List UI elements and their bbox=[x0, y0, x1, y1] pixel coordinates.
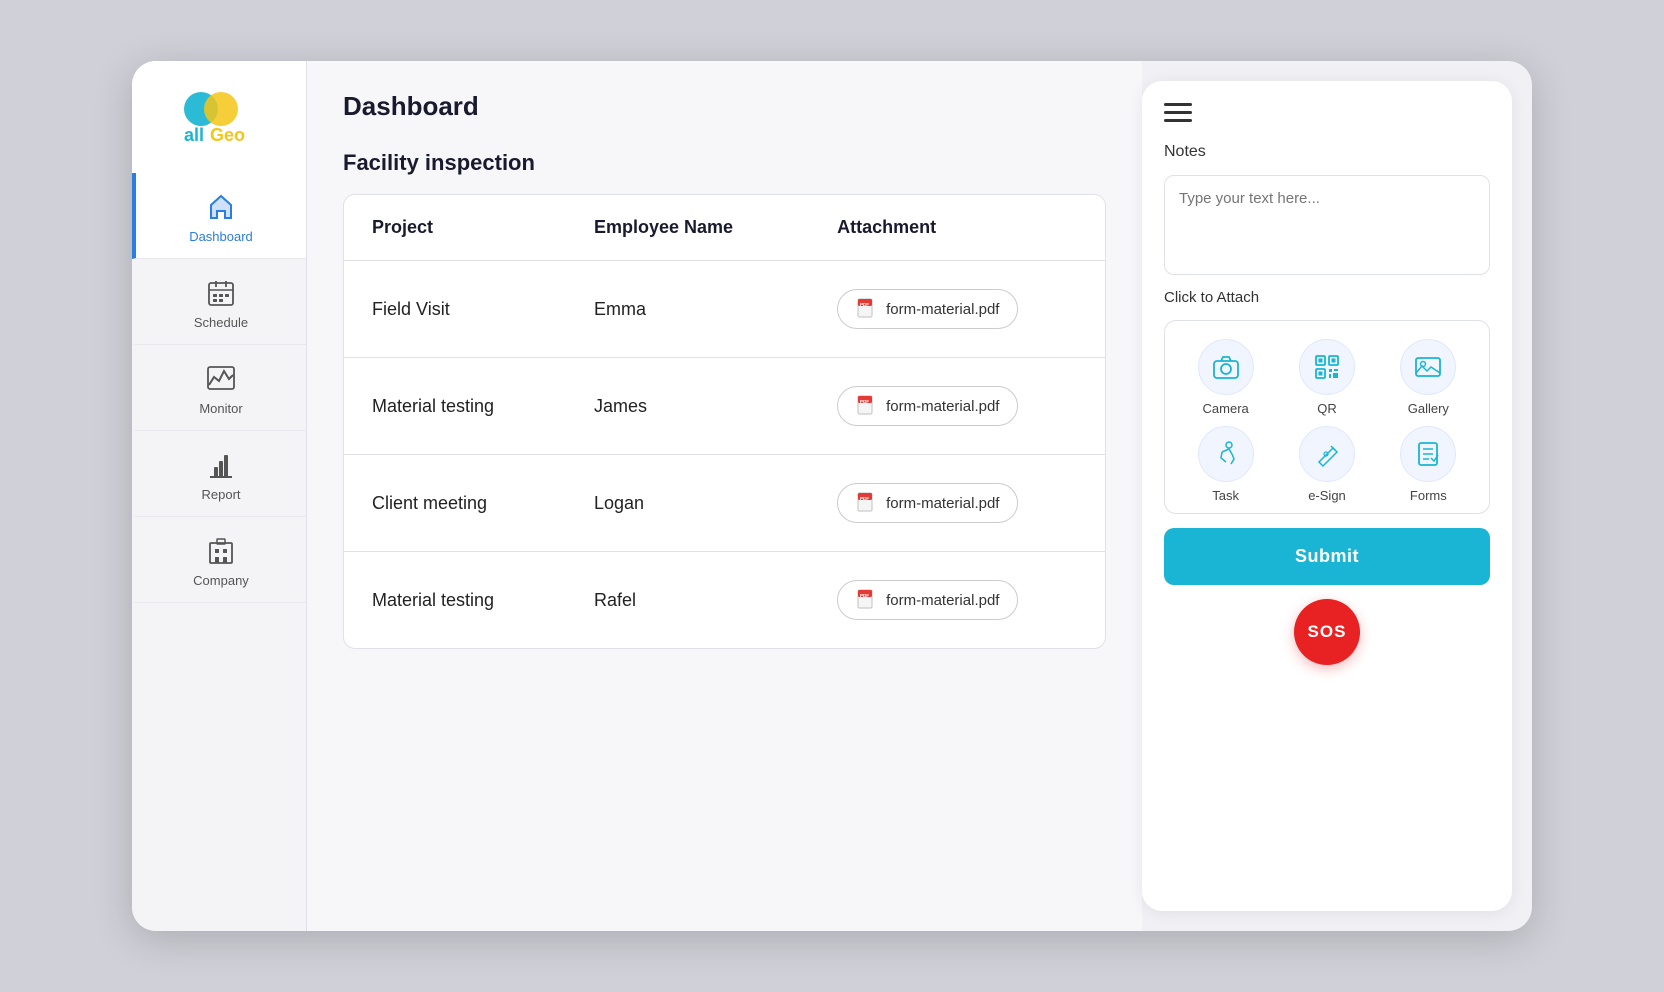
home-icon bbox=[205, 191, 237, 223]
cell-attachment: PDF form-material.pdf bbox=[809, 455, 1105, 552]
attach-label: Click to Attach bbox=[1164, 289, 1490, 306]
notes-label: Notes bbox=[1164, 143, 1490, 161]
sidebar-item-company[interactable]: Company bbox=[132, 517, 306, 603]
pdf-icon: PDF bbox=[856, 395, 878, 417]
cell-attachment: PDF form-material.pdf bbox=[809, 552, 1105, 649]
gallery-icon-circle bbox=[1400, 339, 1456, 395]
qr-icon bbox=[1313, 353, 1341, 381]
attach-gallery[interactable]: Gallery bbox=[1378, 339, 1479, 416]
cell-employee: Emma bbox=[566, 261, 809, 358]
attach-task[interactable]: Task bbox=[1175, 426, 1276, 503]
report-icon bbox=[205, 449, 237, 481]
table-row: Field Visit Emma PDF form-material.pdf bbox=[344, 261, 1105, 358]
sidebar-item-monitor[interactable]: Monitor bbox=[132, 345, 306, 431]
attachment-badge[interactable]: PDF form-material.pdf bbox=[837, 289, 1018, 329]
col-project: Project bbox=[344, 195, 566, 261]
attach-forms[interactable]: Forms bbox=[1378, 426, 1479, 503]
logo: all Geo bbox=[132, 61, 306, 173]
svg-text:PDF: PDF bbox=[860, 302, 869, 307]
sidebar-label-report: Report bbox=[201, 487, 240, 502]
main-content: Dashboard Facility inspection Project Em… bbox=[307, 61, 1142, 931]
right-panel: Notes Click to Attach Camera bbox=[1142, 81, 1512, 911]
task-label: Task bbox=[1212, 488, 1239, 503]
sos-button[interactable]: SOS bbox=[1294, 599, 1360, 665]
attachment-badge[interactable]: PDF form-material.pdf bbox=[837, 580, 1018, 620]
section-title: Facility inspection bbox=[343, 150, 1106, 176]
pdf-icon: PDF bbox=[856, 589, 878, 611]
esign-icon bbox=[1313, 440, 1341, 468]
camera-label: Camera bbox=[1203, 401, 1249, 416]
page-title: Dashboard bbox=[343, 91, 1106, 122]
notes-textarea[interactable] bbox=[1164, 175, 1490, 275]
table-row: Material testing Rafel PDF form-material… bbox=[344, 552, 1105, 649]
attach-esign[interactable]: e-Sign bbox=[1276, 426, 1377, 503]
sidebar-item-dashboard[interactable]: Dashboard bbox=[132, 173, 306, 259]
col-employee: Employee Name bbox=[566, 195, 809, 261]
sidebar: all Geo Dashboard bbox=[132, 61, 307, 931]
cell-attachment: PDF form-material.pdf bbox=[809, 261, 1105, 358]
camera-icon bbox=[1212, 353, 1240, 381]
table-row: Client meeting Logan PDF form-material.p… bbox=[344, 455, 1105, 552]
forms-icon-circle bbox=[1400, 426, 1456, 482]
cell-employee: Rafel bbox=[566, 552, 809, 649]
cell-project: Client meeting bbox=[344, 455, 566, 552]
main-header: Dashboard bbox=[307, 61, 1142, 140]
sidebar-label-schedule: Schedule bbox=[194, 315, 248, 330]
svg-text:Geo: Geo bbox=[210, 125, 245, 145]
svg-text:PDF: PDF bbox=[860, 593, 869, 598]
esign-icon-circle bbox=[1299, 426, 1355, 482]
esign-label: e-Sign bbox=[1308, 488, 1346, 503]
company-icon bbox=[205, 535, 237, 567]
sidebar-item-schedule[interactable]: Schedule bbox=[132, 259, 306, 345]
cell-project: Material testing bbox=[344, 552, 566, 649]
cell-employee: Logan bbox=[566, 455, 809, 552]
sidebar-label-company: Company bbox=[193, 573, 249, 588]
table-row: Material testing James PDF form-material… bbox=[344, 358, 1105, 455]
pdf-icon: PDF bbox=[856, 492, 878, 514]
gallery-label: Gallery bbox=[1408, 401, 1449, 416]
task-icon-circle bbox=[1198, 426, 1254, 482]
attachment-badge[interactable]: PDF form-material.pdf bbox=[837, 386, 1018, 426]
attach-grid: Camera bbox=[1164, 320, 1490, 514]
schedule-icon bbox=[205, 277, 237, 309]
forms-icon bbox=[1414, 440, 1442, 468]
cell-employee: James bbox=[566, 358, 809, 455]
attachment-badge[interactable]: PDF form-material.pdf bbox=[837, 483, 1018, 523]
svg-text:PDF: PDF bbox=[860, 399, 869, 404]
monitor-icon bbox=[205, 363, 237, 395]
gallery-icon bbox=[1414, 353, 1442, 381]
sidebar-nav: Dashboard Schedule bbox=[132, 173, 306, 911]
pdf-icon: PDF bbox=[856, 298, 878, 320]
facility-table: Project Employee Name Attachment Field V… bbox=[343, 194, 1106, 649]
menu-icon[interactable] bbox=[1164, 103, 1192, 125]
cell-project: Material testing bbox=[344, 358, 566, 455]
attach-qr[interactable]: QR bbox=[1276, 339, 1377, 416]
svg-text:all: all bbox=[184, 125, 204, 145]
camera-icon-circle bbox=[1198, 339, 1254, 395]
qr-label: QR bbox=[1317, 401, 1337, 416]
svg-text:PDF: PDF bbox=[860, 496, 869, 501]
submit-button[interactable]: Submit bbox=[1164, 528, 1490, 585]
inspection-table: Project Employee Name Attachment Field V… bbox=[344, 195, 1105, 648]
main-body: Facility inspection Project Employee Nam… bbox=[307, 140, 1142, 931]
cell-attachment: PDF form-material.pdf bbox=[809, 358, 1105, 455]
qr-icon-circle bbox=[1299, 339, 1355, 395]
sidebar-label-monitor: Monitor bbox=[199, 401, 242, 416]
allgeo-logo: all Geo bbox=[174, 89, 264, 149]
sidebar-label-dashboard: Dashboard bbox=[189, 229, 253, 244]
table-header-row: Project Employee Name Attachment bbox=[344, 195, 1105, 261]
attach-camera[interactable]: Camera bbox=[1175, 339, 1276, 416]
cell-project: Field Visit bbox=[344, 261, 566, 358]
col-attachment: Attachment bbox=[809, 195, 1105, 261]
sidebar-item-report[interactable]: Report bbox=[132, 431, 306, 517]
task-icon bbox=[1212, 440, 1240, 468]
forms-label: Forms bbox=[1410, 488, 1447, 503]
